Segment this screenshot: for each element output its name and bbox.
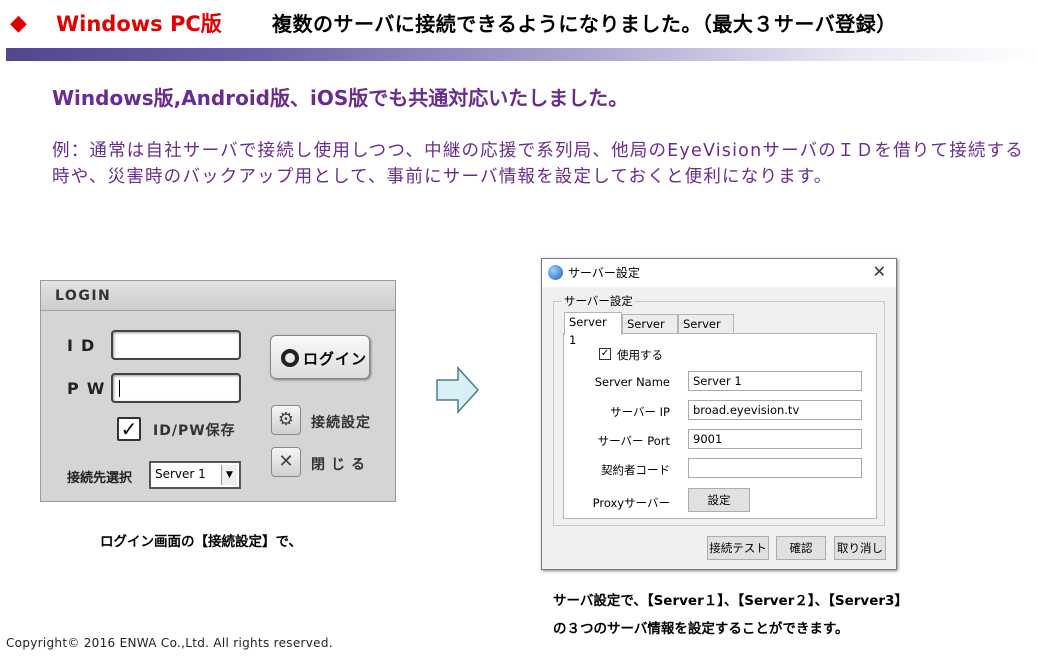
platform-title: Windows PC版 <box>56 12 222 36</box>
close-x-button[interactable]: ✕ <box>271 447 301 477</box>
settings-gear-button[interactable]: ⚙ <box>271 405 301 435</box>
id-input[interactable] <box>111 330 241 360</box>
chevron-down-icon[interactable]: ▼ <box>221 465 237 485</box>
caption-left: ログイン画面の【接続設定】で、 <box>100 534 302 550</box>
diamond-bullet-icon: ◆ <box>10 11 27 36</box>
caption-right-line-2: の３つのサーバ情報を設定することができます。 <box>553 621 849 637</box>
destination-label: 接続先選択 <box>67 471 133 486</box>
server-name-label: Server Name <box>594 375 670 389</box>
ok-button[interactable]: 確認 <box>776 536 826 560</box>
close-icon: ✕ <box>278 451 294 472</box>
use-label: 使用する <box>617 348 663 362</box>
proxy-settings-button[interactable]: 設定 <box>688 488 750 512</box>
header-gradient-bar <box>6 48 1038 61</box>
contract-code-label: 契約者コード <box>601 463 670 477</box>
caption-right: サーバ設定で、【Server１】、【Server２】、【Server3】 の３つ… <box>553 587 908 643</box>
connection-test-button[interactable]: 接続テスト <box>707 536 769 560</box>
login-title-bar: LOGIN <box>41 281 395 311</box>
connection-settings-label[interactable]: 接続設定 <box>311 412 371 432</box>
pw-input[interactable] <box>111 373 241 403</box>
dialog-title-bar: サーバー設定 ✕ <box>542 259 896 287</box>
login-button-label: ログイン <box>303 350 368 368</box>
use-checkbox[interactable]: ✓ <box>599 348 611 360</box>
tab-server-1[interactable]: Server 1 <box>564 312 622 347</box>
right-arrow-icon <box>436 366 480 414</box>
contract-code-input[interactable] <box>688 458 862 478</box>
slide-header: ◆ Windows PC版 複数のサーバに接続できるようになりました。（最大３サ… <box>0 0 1038 62</box>
login-title: LOGIN <box>55 288 112 304</box>
proxy-label: Proxyサーバー <box>592 496 670 510</box>
server-name-input[interactable]: Server 1 <box>688 371 862 391</box>
id-label: ID <box>67 336 103 355</box>
text-caret <box>119 380 120 397</box>
tab-server-2[interactable]: Server 2 <box>622 314 678 349</box>
dialog-title: サーバー設定 <box>568 266 640 280</box>
server-settings-dialog: サーバー設定 ✕ サーバー設定 Server 1 Server 2 Server… <box>541 258 897 570</box>
save-credentials-checkbox[interactable]: ✓ <box>117 417 141 441</box>
subheadline: Windows版,Android版、iOS版でも共通対応いたしました。 <box>52 86 629 110</box>
destination-value: Server 1 <box>155 467 206 481</box>
server-ip-label: サーバー IP <box>610 405 670 419</box>
headline: 複数のサーバに接続できるようになりました。（最大３サーバ登録） <box>272 12 897 36</box>
close-icon[interactable]: ✕ <box>873 262 886 281</box>
group-label: サーバー設定 <box>562 293 635 309</box>
close-label[interactable]: 閉じる <box>311 454 371 474</box>
server-port-input[interactable]: 9001 <box>688 429 862 449</box>
server-ip-input[interactable]: broad.eyevision.tv <box>688 400 862 420</box>
tab-server-3[interactable]: Server 3 <box>678 314 734 349</box>
login-panel: LOGIN ID PW ✓ ID/PW保存 ログイン ⚙ 接続設定 ✕ 閉じる … <box>40 280 396 502</box>
server-port-label: サーバー Port <box>597 434 670 448</box>
cancel-button[interactable]: 取り消し <box>834 536 886 560</box>
caption-right-line-1: サーバ設定で、【Server１】、【Server２】、【Server3】 <box>553 593 908 609</box>
login-ring-icon <box>281 349 299 367</box>
example-text: 例：通常は自社サーバで接続し使用しつつ、中継の応援で系列局、他局のEyeVisi… <box>52 141 1025 187</box>
save-credentials-label: ID/PW保存 <box>153 423 236 439</box>
app-logo-icon <box>548 265 563 280</box>
destination-select[interactable]: Server 1 ▼ <box>149 461 241 489</box>
pw-label: PW <box>67 379 113 398</box>
copyright: Copyright© 2016 ENWA Co.,Ltd. All rights… <box>6 636 333 650</box>
gear-icon: ⚙ <box>277 409 295 430</box>
login-button[interactable]: ログイン <box>270 335 370 379</box>
